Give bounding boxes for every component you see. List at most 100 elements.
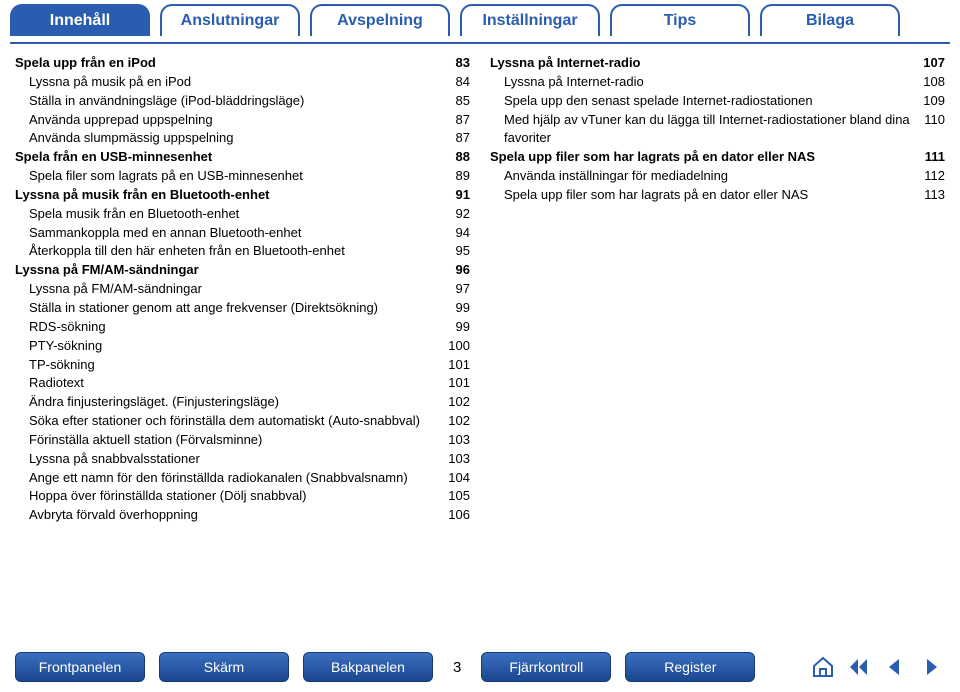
toc-entry[interactable]: Lyssna på musik från en Bluetooth-enhet9…: [15, 186, 470, 205]
toc-entry[interactable]: Lyssna på musik på en iPod84: [15, 73, 470, 92]
toc-entry[interactable]: Förinställa aktuell station (Förvalsminn…: [15, 431, 470, 450]
toc-page: 111: [915, 148, 945, 167]
nav-icons: [809, 654, 945, 680]
toc-entry[interactable]: Spela från en USB-minnesenhet 88: [15, 148, 470, 167]
toc-entry[interactable]: Använda upprepad uppspelning87: [15, 111, 470, 130]
toc-page: 92: [446, 205, 470, 224]
toc-label: Lyssna på musik på en iPod: [15, 73, 191, 92]
toc-label: Använda upprepad uppspelning: [15, 111, 213, 130]
toc-entry[interactable]: Lyssna på Internet-radio 107: [490, 54, 945, 73]
toc-entry[interactable]: Lyssna på FM/AM-sändningar96: [15, 261, 470, 280]
index-button[interactable]: Register: [625, 652, 755, 682]
remote-button[interactable]: Fjärrkontroll: [481, 652, 611, 682]
toc-entry[interactable]: Använda inställningar för mediadelning11…: [490, 167, 945, 186]
toc-left-column: Spela upp från en iPod83Lyssna på musik …: [15, 54, 470, 525]
toc-entry[interactable]: Lyssna på snabbvalsstationer 103: [15, 450, 470, 469]
toc-page: 103: [438, 431, 470, 450]
toc-content: Spela upp från en iPod83Lyssna på musik …: [0, 54, 960, 525]
prev-icon[interactable]: [881, 654, 909, 680]
toc-page: 103: [438, 450, 470, 469]
toc-entry[interactable]: RDS-sökning 99: [15, 318, 470, 337]
frontpanel-button[interactable]: Frontpanelen: [15, 652, 145, 682]
toc-label: Avbryta förvald överhoppning: [15, 506, 198, 525]
toc-page: 113: [914, 186, 945, 205]
next-icon[interactable]: [917, 654, 945, 680]
tab-tips[interactable]: Tips: [610, 4, 750, 36]
toc-page: 102: [438, 412, 470, 431]
toc-page: 95: [446, 242, 470, 261]
toc-entry[interactable]: Spela upp filer som har lagrats på en da…: [490, 186, 945, 205]
toc-label: Ange ett namn för den förinställda radio…: [15, 469, 408, 488]
toc-page: 87: [446, 129, 470, 148]
toc-page: 108: [913, 73, 945, 92]
toc-entry[interactable]: Avbryta förvald överhoppning 106: [15, 506, 470, 525]
toc-entry[interactable]: Lyssna på Internet-radio108: [490, 73, 945, 92]
toc-label: Sammankoppla med en annan Bluetooth-enhe…: [15, 224, 301, 243]
toc-page: 88: [446, 148, 470, 167]
toc-entry[interactable]: Spela upp från en iPod 83: [15, 54, 470, 73]
tab-anslutningar[interactable]: Anslutningar: [160, 4, 300, 36]
toc-entry[interactable]: Spela upp den senast spelade Internet-ra…: [490, 92, 945, 111]
top-tabs: Innehåll Anslutningar Avspelning Inställnin…: [0, 0, 960, 36]
toc-entry[interactable]: Spela filer som lagrats på en USB-minnes…: [15, 167, 470, 186]
tab-bilaga[interactable]: Bilaga: [760, 4, 900, 36]
toc-label: Lyssna på Internet-radio: [490, 54, 641, 73]
toc-label: RDS-sökning: [15, 318, 106, 337]
toc-page: 97: [446, 280, 470, 299]
toc-entry[interactable]: Använda slumpmässig uppspelning 87: [15, 129, 470, 148]
toc-page: 99: [446, 299, 470, 318]
toc-page: 112: [914, 167, 945, 186]
toc-entry[interactable]: Ställa in stationer genom att ange frekv…: [15, 299, 470, 318]
toc-entry[interactable]: Spela musik från en Bluetooth-enhet 92: [15, 205, 470, 224]
toc-page: 102: [438, 393, 470, 412]
toc-page: 99: [446, 318, 470, 337]
toc-entry[interactable]: Ändra finjusteringsläget. (Finjusterings…: [15, 393, 470, 412]
toc-label: Spela upp den senast spelade Internet-ra…: [490, 92, 813, 111]
toc-page: 106: [438, 506, 470, 525]
tab-avspelning[interactable]: Avspelning: [310, 4, 450, 36]
toc-entry[interactable]: Sammankoppla med en annan Bluetooth-enhe…: [15, 224, 470, 243]
toc-label: Spela från en USB-minnesenhet: [15, 148, 212, 167]
screen-button[interactable]: Skärm: [159, 652, 289, 682]
toc-label: Ändra finjusteringsläget. (Finjusterings…: [15, 393, 279, 412]
toc-page: 85: [446, 92, 470, 111]
toc-label: PTY-sökning: [15, 337, 102, 356]
toc-entry[interactable]: PTY-sökning100: [15, 337, 470, 356]
toc-label: Spela upp filer som har lagrats på en da…: [490, 148, 815, 167]
toc-label: Spela upp filer som har lagrats på en da…: [490, 186, 808, 205]
page-number: 3: [447, 659, 467, 676]
toc-entry[interactable]: Söka efter stationer och förinställa dem…: [15, 412, 470, 431]
tab-innehåll[interactable]: Innehåll: [10, 4, 150, 36]
toc-entry[interactable]: Spela upp filer som har lagrats på en da…: [490, 148, 945, 167]
toc-label: Spela musik från en Bluetooth-enhet: [15, 205, 239, 224]
backpanel-button[interactable]: Bakpanelen: [303, 652, 433, 682]
home-icon[interactable]: [809, 654, 837, 680]
toc-page: 105: [438, 487, 470, 506]
toc-entry[interactable]: Lyssna på FM/AM-sändningar 97: [15, 280, 470, 299]
toc-entry[interactable]: Återkoppla till den här enheten från en …: [15, 242, 470, 261]
toc-entry[interactable]: Ställa in användningsläge (iPod-bläddrin…: [15, 92, 470, 111]
tab-inställningar[interactable]: Inställningar: [460, 4, 600, 36]
toc-page: 91: [446, 186, 470, 205]
toc-label: Förinställa aktuell station (Förvalsminn…: [15, 431, 262, 450]
toc-page: 83: [446, 54, 470, 73]
toc-page: 94: [446, 224, 470, 243]
toc-label: Lyssna på snabbvalsstationer: [15, 450, 200, 469]
toc-label: Lyssna på FM/AM-sändningar: [15, 261, 199, 280]
toc-page: 107: [913, 54, 945, 73]
back-double-icon[interactable]: [845, 654, 873, 680]
toc-label: Ställa in användningsläge (iPod-bläddrin…: [15, 92, 304, 111]
toc-entry[interactable]: Med hjälp av vTuner kan du lägga till In…: [490, 111, 945, 149]
toc-label: Lyssna på FM/AM-sändningar: [15, 280, 202, 299]
toc-label: Använda slumpmässig uppspelning: [15, 129, 234, 148]
toc-label: Återkoppla till den här enheten från en …: [15, 242, 345, 261]
toc-entry[interactable]: Hoppa över förinställda stationer (Dölj …: [15, 487, 470, 506]
toc-label: Spela upp från en iPod: [15, 54, 156, 73]
toc-page: 101: [438, 356, 470, 375]
toc-entry[interactable]: Ange ett namn för den förinställda radio…: [15, 469, 470, 488]
toc-label: Söka efter stationer och förinställa dem…: [15, 412, 420, 431]
toc-entry[interactable]: Radiotext101: [15, 374, 470, 393]
toc-entry[interactable]: TP-sökning101: [15, 356, 470, 375]
toc-page: 101: [438, 374, 470, 393]
toc-label: Hoppa över förinställda stationer (Dölj …: [15, 487, 306, 506]
